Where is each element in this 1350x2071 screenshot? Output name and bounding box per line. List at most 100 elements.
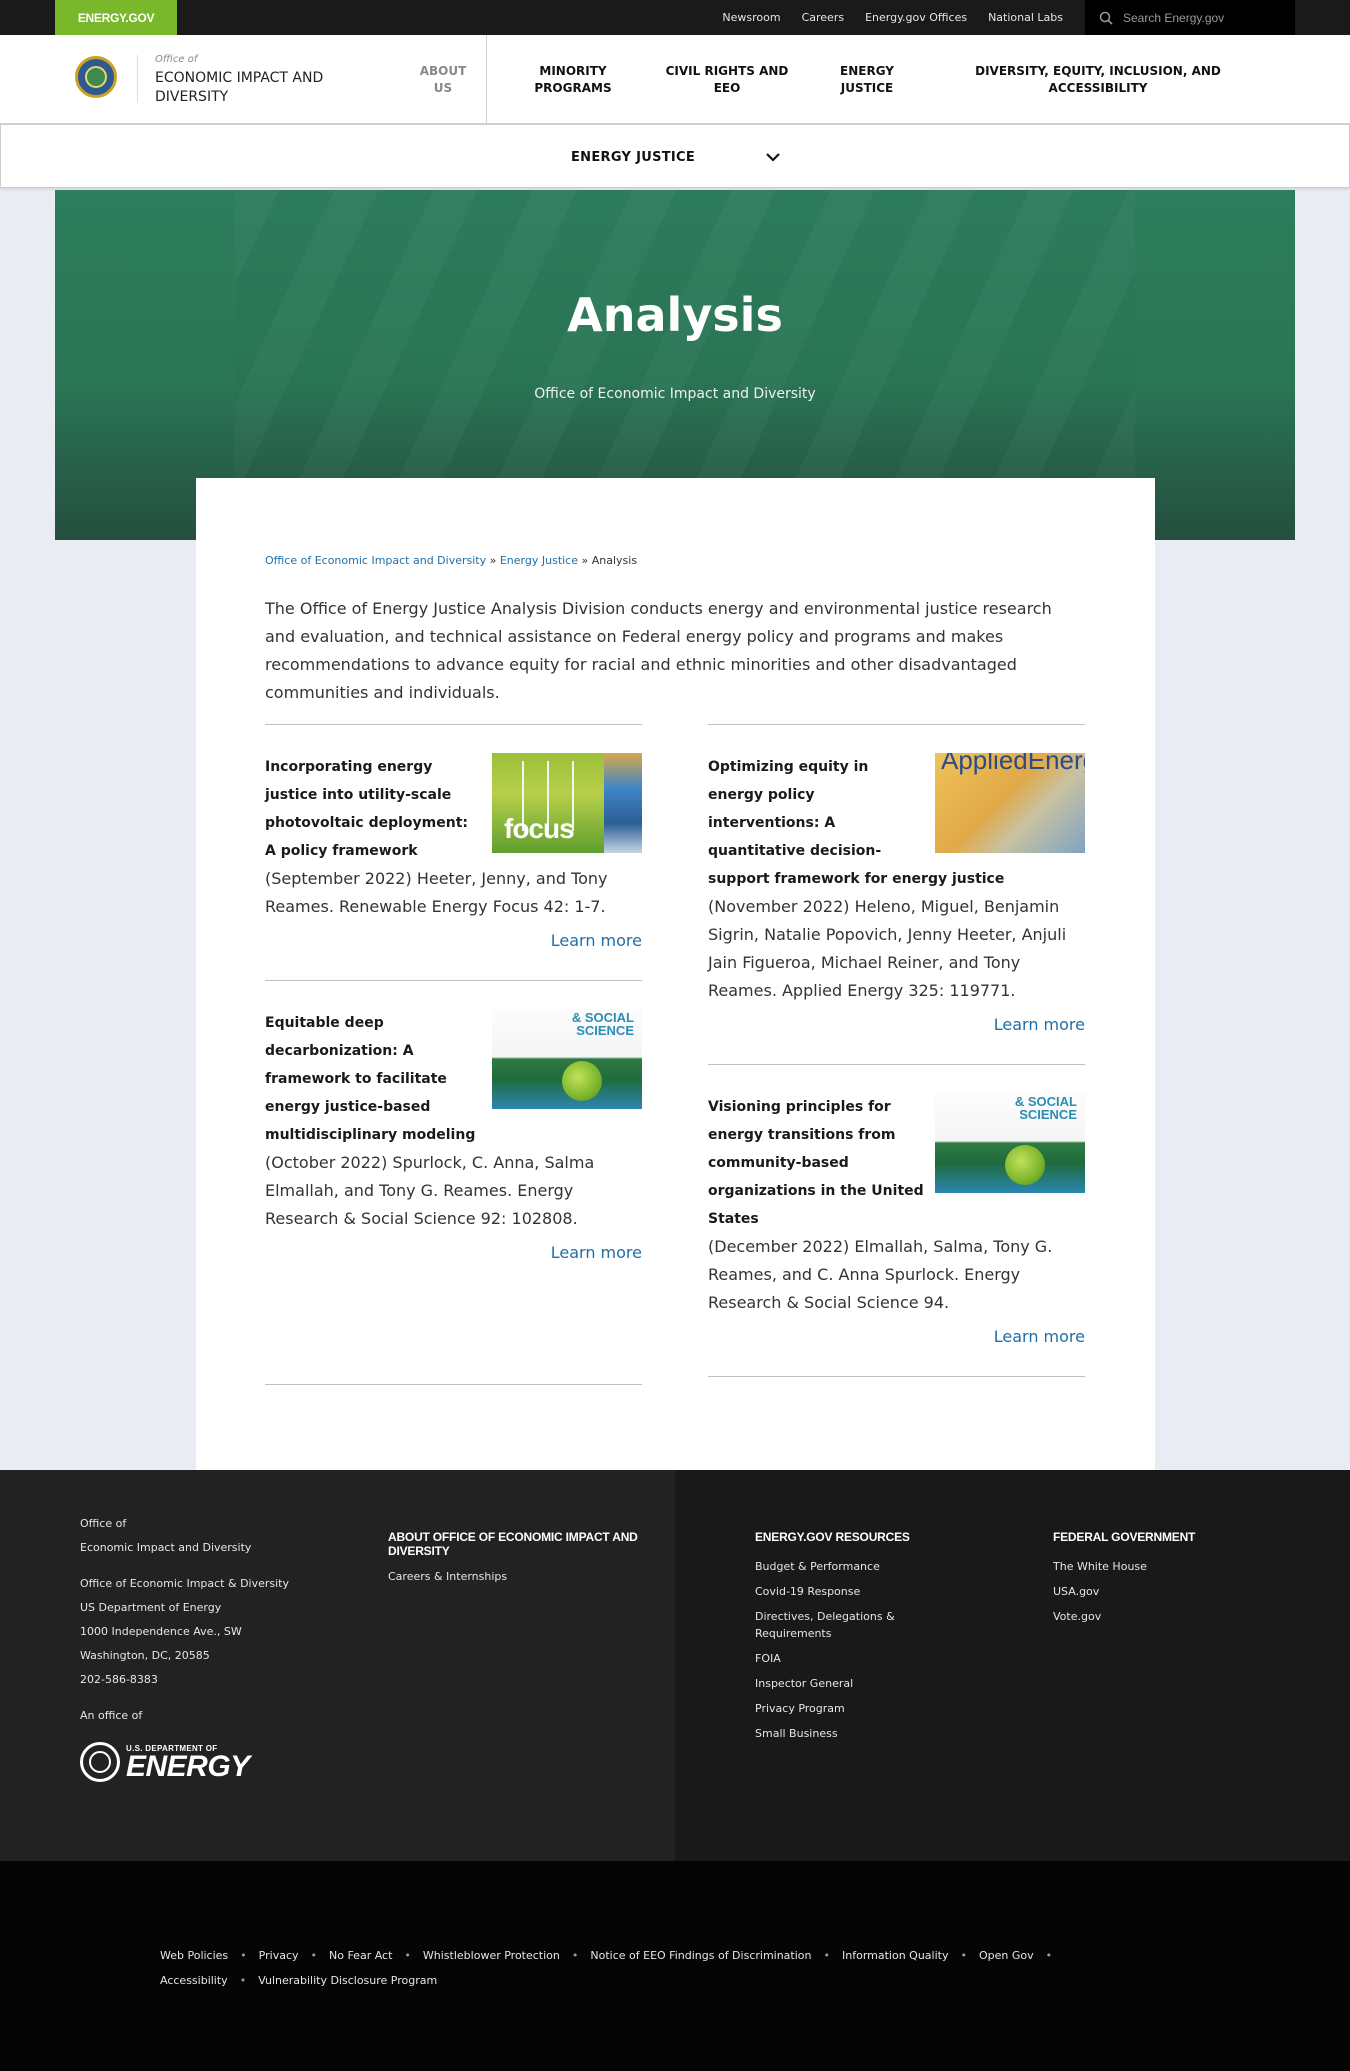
thumbnail-text: & SOCIAL SCIENCE (1014, 1094, 1077, 1122)
footer-federal-links: The White House USA.gov Vote.gov (1053, 1554, 1147, 1629)
footer-office-of: Office of (80, 1517, 127, 1530)
publication-thumbnail[interactable]: & SOCIAL SCIENCE (935, 1093, 1085, 1193)
separator-dot: • (240, 1949, 247, 1962)
main-nav: Minority Programs Civil Rights and EEO E… (488, 35, 1258, 124)
footer-link-directives[interactable]: Directives, Delegations & Requirements (755, 1608, 925, 1642)
thumbnail-text: focus (504, 813, 575, 844)
footer-link-covid[interactable]: Covid-19 Response (755, 1579, 925, 1604)
publication-card: focus Incorporating energy justice into … (265, 724, 642, 980)
footer-link-inspector-general[interactable]: Inspector General (755, 1671, 925, 1696)
thumbnail-text: & SOCIAL SCIENCE (571, 1010, 634, 1038)
legal-link-vulnerability-disclosure[interactable]: Vulnerability Disclosure Program (258, 1968, 437, 1993)
utility-link-newsroom[interactable]: Newsroom (722, 11, 780, 24)
footer-link-vote-gov[interactable]: Vote.gov (1053, 1604, 1147, 1629)
thumbnail-text: AppliedEnergy (941, 753, 1085, 775)
publication-thumbnail[interactable]: AppliedEnergy (935, 753, 1085, 853)
office-name[interactable]: Economic Impact and Diversity (155, 69, 355, 107)
breadcrumb-current: Analysis (591, 554, 638, 567)
header-divider (137, 55, 138, 103)
section-dropdown[interactable]: ENERGY JUSTICE (561, 125, 791, 189)
separator-dot: • (960, 1949, 967, 1962)
learn-more-link[interactable]: Learn more (265, 931, 642, 950)
publication-citation: (November 2022) Heleno, Miguel, Benjamin… (708, 897, 1067, 1000)
utility-bar: ENERGY.GOV Newsroom Careers Energy.gov O… (0, 0, 1350, 35)
learn-more-link[interactable]: Learn more (708, 1327, 1085, 1346)
office-of-label: Office of (155, 54, 198, 65)
legal-bar: Web Policies • Privacy • No Fear Act • Whis… (0, 1861, 1350, 2071)
nav-deia[interactable]: Diversity, Equity, Inclusion, and Access… (968, 63, 1228, 97)
office-header: Office of Economic Impact and Diversity … (0, 35, 1350, 124)
doe-logo[interactable]: U.S. DEPARTMENT OF ENERGY (80, 1740, 250, 1784)
search-input[interactable] (1123, 10, 1273, 25)
publication-card: & SOCIAL SCIENCE Visioning principles fo… (708, 1064, 1085, 1376)
separator-dot: • (404, 1949, 411, 1962)
breadcrumb-separator: » (489, 554, 497, 567)
legal-link-information-quality[interactable]: Information Quality (842, 1943, 948, 1968)
breadcrumb-separator: » (581, 554, 589, 567)
separator-dot: • (571, 1949, 579, 1962)
section-nav-bar: ENERGY JUSTICE (0, 124, 1350, 188)
footer-office-title: Office of Economic Impact and Diversity (80, 1512, 251, 1560)
legal-link-no-fear-act[interactable]: No Fear Act (329, 1943, 392, 1968)
breadcrumb: Office of Economic Impact and Diversity … (265, 554, 637, 567)
footer-link-usa-gov[interactable]: USA.gov (1053, 1579, 1147, 1604)
publication-citation: (September 2022) Heeter, Jenny, and Tony… (265, 869, 608, 916)
footer-link-small-business[interactable]: Small Business (755, 1721, 925, 1746)
search-icon[interactable] (1099, 11, 1113, 25)
intro-paragraph: The Office of Energy Justice Analysis Di… (265, 599, 1052, 702)
doe-seal-icon[interactable] (75, 56, 117, 98)
utility-link-labs[interactable]: National Labs (988, 11, 1063, 24)
footer-about-heading: ABOUT OFFICE OF ECONOMIC IMPACT AND DIVE… (388, 1530, 638, 1558)
divider (708, 1376, 1085, 1377)
legal-link-web-policies[interactable]: Web Policies (160, 1943, 228, 1968)
footer-resources-links: Budget & Performance Covid-19 Response D… (755, 1554, 925, 1746)
address-line: Washington, DC, 20585 (80, 1649, 210, 1662)
nav-minority-programs[interactable]: Minority Programs (530, 63, 616, 97)
doe-seal-icon (80, 1742, 120, 1782)
footer-resources-heading: ENERGY.GOV RESOURCES (755, 1530, 910, 1544)
address-line: Office of Economic Impact & Diversity (80, 1577, 289, 1590)
address-line: US Department of Energy (80, 1601, 222, 1614)
publication-citation: (December 2022) Elmallah, Salma, Tony G.… (708, 1237, 1053, 1312)
breadcrumb-link-energy-justice[interactable]: Energy Justice (500, 554, 578, 567)
footer-about-links: Careers & Internships (388, 1564, 507, 1589)
section-dropdown-label: ENERGY JUSTICE (571, 149, 696, 165)
nav-civil-rights[interactable]: Civil Rights and EEO (662, 63, 792, 97)
footer-link-careers[interactable]: Careers & Internships (388, 1564, 507, 1589)
publication-citation: (October 2022) Spurlock, C. Anna, Salma … (265, 1153, 595, 1228)
legal-link-accessibility[interactable]: Accessibility (160, 1968, 228, 1993)
energy-gov-home-link[interactable]: ENERGY.GOV (55, 0, 177, 35)
publications-column-right: AppliedEnergy Optimizing equity in energ… (708, 724, 1085, 1377)
page-subtitle: Office of Economic Impact and Diversity (534, 386, 816, 402)
learn-more-link[interactable]: Learn more (708, 1015, 1085, 1034)
nav-energy-justice[interactable]: Energy Justice (832, 63, 902, 97)
an-office-of-label: An office of (80, 1709, 143, 1722)
nav-about-us[interactable]: About Us (400, 35, 487, 124)
separator-dot: • (239, 1974, 247, 1987)
legal-link-privacy[interactable]: Privacy (259, 1943, 299, 1968)
site-search (1085, 0, 1295, 35)
footer-phone[interactable]: 202-586-8383 (80, 1668, 289, 1692)
utility-link-offices[interactable]: Energy.gov Offices (865, 11, 967, 24)
content-card: Office of Economic Impact and Diversity … (196, 478, 1155, 1470)
publication-thumbnail[interactable]: & SOCIAL SCIENCE (492, 1009, 642, 1109)
footer-link-white-house[interactable]: The White House (1053, 1554, 1147, 1579)
utility-link-careers[interactable]: Careers (802, 11, 845, 24)
footer-federal-heading: FEDERAL GOVERNMENT (1053, 1530, 1196, 1544)
address-line: 1000 Independence Ave., SW (80, 1625, 242, 1638)
learn-more-link[interactable]: Learn more (265, 1243, 642, 1262)
footer-link-budget[interactable]: Budget & Performance (755, 1554, 925, 1579)
chevron-down-icon (766, 153, 780, 162)
footer-link-foia[interactable]: FOIA (755, 1646, 925, 1671)
footer-link-privacy-program[interactable]: Privacy Program (755, 1696, 925, 1721)
page-title: Analysis (567, 288, 783, 342)
publication-thumbnail[interactable]: focus (492, 753, 642, 853)
legal-link-open-gov[interactable]: Open Gov (979, 1943, 1034, 1968)
breadcrumb-link-office[interactable]: Office of Economic Impact and Diversity (265, 554, 486, 567)
legal-link-whistleblower[interactable]: Whistleblower Protection (423, 1943, 560, 1968)
footer-address: Office of Economic Impact & Diversity US… (80, 1572, 289, 1692)
divider (265, 1384, 642, 1385)
legal-link-eeo-findings[interactable]: Notice of EEO Findings of Discrimination (590, 1943, 811, 1968)
separator-dot: • (310, 1949, 318, 1962)
utility-nav: Newsroom Careers Energy.gov Offices Nati… (722, 0, 1063, 35)
